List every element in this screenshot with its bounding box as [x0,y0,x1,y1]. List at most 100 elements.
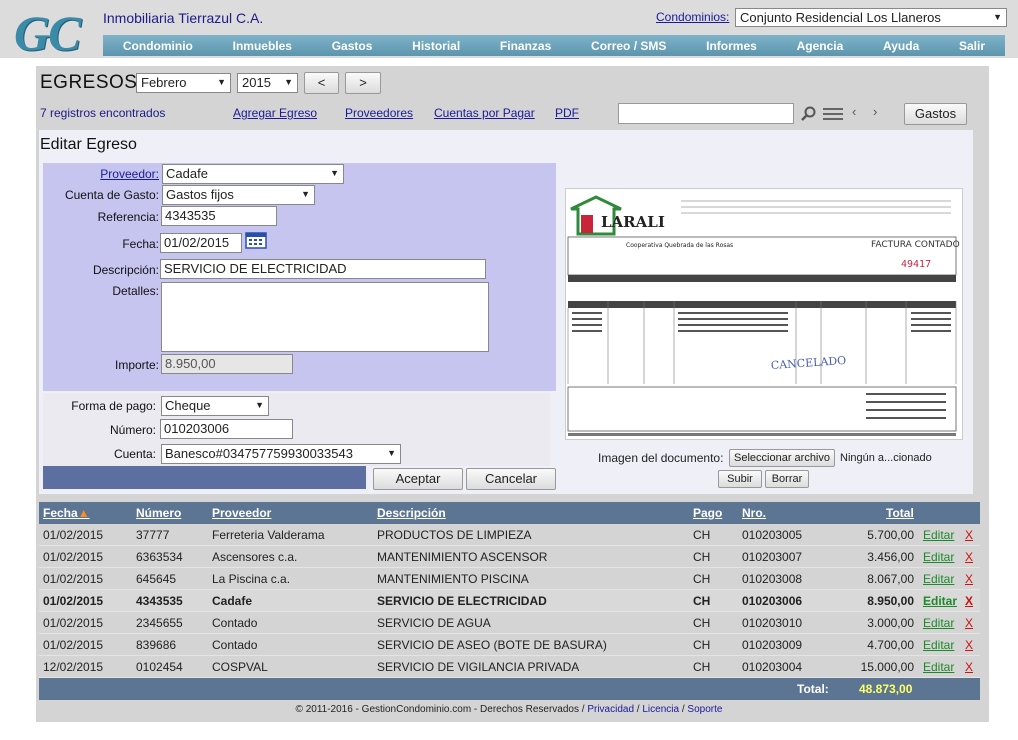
menu-item-gastos[interactable]: Gastos [332,39,373,53]
search-input[interactable] [618,103,794,124]
chevron-left-icon[interactable]: ‹ [852,104,856,119]
table-row[interactable]: 01/02/2015 37777 Ferreteria Valderama PRODU… [39,524,980,546]
accept-button[interactable]: Aceptar [373,468,463,490]
cuenta-select[interactable]: Banesco#034757759930033543 ▼ [161,444,401,464]
year-select[interactable]: 2015 ▼ [237,73,298,93]
edit-link[interactable]: Editar [923,638,954,652]
delete-link[interactable]: X [965,638,973,652]
edit-link[interactable]: Editar [923,550,954,564]
edit-link[interactable]: Editar [923,572,954,586]
gastos-button[interactable]: Gastos [904,103,967,125]
cell-descripcion: MANTENIMIENTO ASCENSOR [377,550,548,564]
calendar-icon[interactable] [245,232,267,249]
menu-item-finanzas[interactable]: Finanzas [500,39,551,53]
importe-input[interactable]: 8.950,00 [161,354,293,374]
cuenta-gasto-select[interactable]: Gastos fijos ▼ [162,185,315,205]
cuenta-value: Banesco#034757759930033543 [165,446,353,461]
privacidad-link[interactable]: Privacidad [587,704,634,715]
add-egreso-link[interactable]: Agregar Egreso [233,106,317,120]
delete-link[interactable]: X [965,594,973,608]
month-select[interactable]: Febrero ▼ [136,73,231,93]
total-value: 48.873,00 [859,682,913,696]
forma-pago-select[interactable]: Cheque ▼ [161,396,269,416]
header-nro[interactable]: Nro. [742,506,766,520]
proveedores-link[interactable]: Proveedores [345,106,413,120]
table-header: Fecha▲ Número Proveedor Descripción Pago… [39,502,980,524]
header-total[interactable]: Total [886,506,914,520]
cuentas-por-pagar-link[interactable]: Cuentas por Pagar [434,106,535,120]
chevron-down-icon: ▼ [993,12,1002,22]
detalles-textarea[interactable] [161,282,489,352]
pdf-link[interactable]: PDF [555,106,579,120]
cell-proveedor: Cadafe [212,594,253,608]
edit-link[interactable]: Editar [923,616,954,630]
cell-descripcion: SERVICIO DE AGUA [377,616,491,630]
condominio-select-value: Conjunto Residencial Los Llaneros [740,10,941,25]
proveedor-link[interactable]: Proveedor: [41,167,159,181]
delete-image-button[interactable]: Borrar [765,470,809,488]
select-file-button[interactable]: Seleccionar archivo [729,449,835,467]
numero-label: Número: [109,423,156,437]
menu-item-salir[interactable]: Salir [959,39,985,53]
delete-link[interactable]: X [965,550,973,564]
app-logo[interactable]: GC [14,4,81,62]
table-row[interactable]: 01/02/2015 2345655 Contado SERVICIO DE AGUA… [39,612,980,634]
next-month-button[interactable]: > [345,72,381,94]
header-proveedor[interactable]: Proveedor [212,506,271,520]
cell-numero: 645645 [136,572,177,586]
cell-proveedor: La Piscina c.a. [212,572,291,586]
document-image: LARALI Cooperativa Quebrada de las Rosas… [565,188,963,440]
menu-item-correo-sms[interactable]: Correo / SMS [591,39,666,53]
edit-link[interactable]: Editar [923,594,957,608]
proveedor-select[interactable]: Cadafe ▼ [162,164,344,184]
table-row[interactable]: 01/02/2015 4343535 Cadafe SERVICIO DE ELECT… [39,590,980,612]
licencia-link[interactable]: Licencia [642,704,679,715]
cell-descripcion: PRODUCTOS DE LIMPIEZA [377,528,532,542]
chevron-right-icon[interactable]: › [873,104,877,119]
prev-month-button[interactable]: < [304,72,339,94]
menu-item-historial[interactable]: Historial [412,39,460,53]
delete-link[interactable]: X [965,528,973,542]
search-icon[interactable] [801,106,817,122]
delete-link[interactable]: X [965,572,973,586]
cancel-button[interactable]: Cancelar [466,468,556,490]
header-fecha-label: Fecha [43,506,78,520]
delete-link[interactable]: X [965,660,973,674]
cell-nro: 010203009 [742,638,803,652]
header-pago[interactable]: Pago [693,506,722,520]
table-row[interactable]: 12/02/2015 0102454 COSPVAL SERVICIO DE VIGI… [39,656,980,678]
table-row[interactable]: 01/02/2015 645645 La Piscina c.a. MANTENIMI… [39,568,980,590]
soporte-link[interactable]: Soporte [687,704,722,715]
cell-nro: 010203004 [742,660,803,674]
chevron-down-icon: ▼ [217,77,226,87]
list-icon[interactable] [823,107,843,121]
edit-link[interactable]: Editar [923,660,954,674]
table-row[interactable]: 01/02/2015 839686 Contado SERVICIO DE ASEO … [39,634,980,656]
invoice-client: Cooperativa Quebrada de las Rosas [626,242,733,249]
upload-button[interactable]: Subir [718,470,762,488]
header-numero[interactable]: Número [136,506,181,520]
cell-total: 3.456,00 [867,550,914,564]
condominio-select[interactable]: Conjunto Residencial Los Llaneros ▼ [735,8,1007,27]
descripcion-input[interactable]: SERVICIO DE ELECTRICIDAD [160,259,486,279]
referencia-input[interactable]: 4343535 [161,206,277,226]
cell-nro: 010203007 [742,550,803,564]
fecha-input[interactable]: 01/02/2015 [160,233,242,253]
table-row[interactable]: 01/02/2015 6363534 Ascensores c.a. MANTENIM… [39,546,980,568]
header-descripcion[interactable]: Descripción [377,506,446,520]
numero-input[interactable]: 010203006 [160,419,293,439]
delete-link[interactable]: X [965,616,973,630]
menu-item-informes[interactable]: Informes [706,39,757,53]
cell-descripcion: SERVICIO DE ASEO (BOTE DE BASURA) [377,638,607,652]
footer: © 2011-2016 - GestionCondominio.com - De… [295,704,723,715]
menu-item-ayuda[interactable]: Ayuda [883,39,919,53]
sort-asc-icon: ▲ [77,506,90,520]
menu-item-condominio[interactable]: Condominio [123,39,193,53]
condominios-link[interactable]: Condominios: [656,10,729,24]
cell-descripcion: SERVICIO DE VIGILANCIA PRIVADA [377,660,580,674]
form-footer-bar [43,466,366,489]
edit-link[interactable]: Editar [923,528,954,542]
menu-item-inmuebles[interactable]: Inmuebles [233,39,292,53]
header-fecha[interactable]: Fecha▲ [43,506,90,520]
menu-item-agencia[interactable]: Agencia [797,39,844,53]
